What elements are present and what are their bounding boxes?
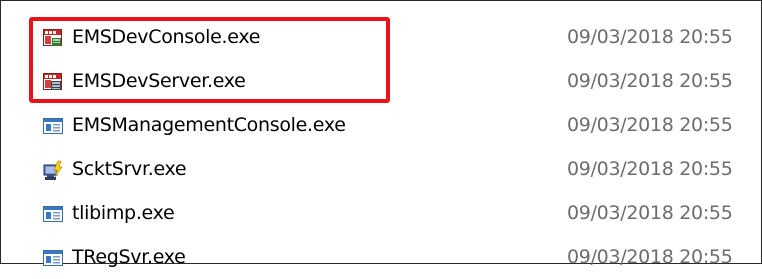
file-name: EMSDevServer.exe (72, 70, 246, 92)
file-date-modified: 09/03/2018 20:55 (567, 158, 733, 180)
file-row-sckt-srvr[interactable]: ScktSrvr.exe 09/03/2018 20:55 (0, 147, 760, 191)
ems-dev-console-icon (43, 28, 63, 48)
file-row-tlibimp[interactable]: tlibimp.exe 09/03/2018 20:55 (0, 191, 760, 235)
file-row-tregsvr[interactable]: TRegSvr.exe 09/03/2018 20:55 (0, 235, 760, 279)
file-date-modified: 09/03/2018 20:55 (567, 70, 733, 92)
file-date-modified: 09/03/2018 20:55 (567, 114, 733, 136)
file-date-modified: 09/03/2018 20:55 (567, 26, 733, 48)
file-name: EMSManagementConsole.exe (72, 114, 346, 136)
file-name: ScktSrvr.exe (72, 158, 187, 180)
application-window-icon (43, 116, 63, 136)
file-row-ems-management-console[interactable]: EMSManagementConsole.exe 09/03/2018 20:5… (0, 103, 760, 147)
application-window-icon (43, 204, 63, 224)
file-name: tlibimp.exe (72, 202, 175, 224)
file-date-modified: 09/03/2018 20:55 (567, 202, 733, 224)
socket-server-icon (43, 160, 63, 180)
ems-dev-server-icon (43, 72, 63, 92)
file-name: TRegSvr.exe (72, 246, 186, 268)
file-row-ems-dev-server[interactable]: EMSDevServer.exe 09/03/2018 20:55 (0, 59, 760, 103)
application-window-icon (43, 248, 63, 268)
file-row-ems-dev-console[interactable]: EMSDevConsole.exe 09/03/2018 20:55 (0, 15, 760, 59)
file-date-modified: 09/03/2018 20:55 (567, 246, 733, 268)
file-name: EMSDevConsole.exe (72, 26, 261, 48)
